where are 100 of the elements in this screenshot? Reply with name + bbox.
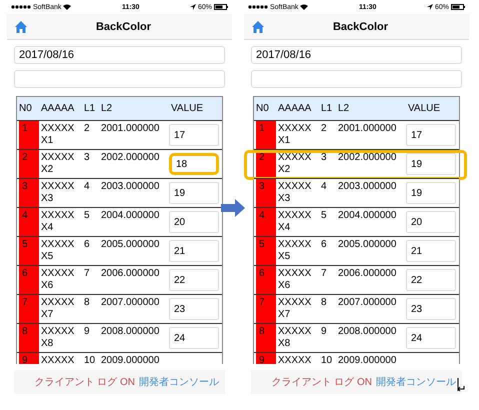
table-cell-text: XXXXX X4 [277, 209, 312, 235]
column-header: VALUE [408, 103, 442, 114]
column-header: AAAAA [41, 103, 76, 114]
table-cell-text: XXXXX X1 [277, 122, 312, 148]
window-title: BackColor [96, 20, 152, 32]
table-cell-text: 5 [83, 209, 91, 223]
table-cell-text: XXXXX X3 [40, 180, 76, 206]
value-field[interactable]: 19 [406, 182, 456, 204]
table-cell-text: 2 [320, 122, 328, 136]
table-cell-text: XXXXX X6 [40, 267, 76, 293]
row-number-cell: 2 [19, 150, 39, 178]
input-field[interactable] [251, 70, 462, 88]
log-status: クライアント ログ ON [271, 376, 372, 389]
column-header: N0 [19, 103, 33, 114]
table-cell-text: XXXXX X2 [40, 151, 76, 177]
table-cell-text: 6 [320, 238, 328, 252]
table-cell-text: 2001.000000 [100, 122, 160, 136]
value-field[interactable]: 23 [169, 298, 219, 320]
value-field[interactable]: 24 [406, 327, 456, 349]
battery-icon [451, 4, 465, 10]
value-field[interactable]: 22 [406, 269, 456, 291]
table-cell-text: XXXXX X2 [277, 151, 312, 177]
table-cell-text: 4 [83, 180, 91, 194]
table-cell-text: 2 [83, 122, 91, 136]
table-cell-text: XXXXX X7 [277, 296, 312, 322]
table-cell-text: XXXXX X5 [277, 238, 312, 264]
value-field[interactable]: 18 [169, 153, 219, 175]
table-cell-text: 2006.000000 [100, 267, 160, 281]
home-icon[interactable] [252, 20, 264, 32]
table-cell-text: 9 [320, 325, 328, 339]
row-number-cell: 8 [256, 324, 276, 352]
table-cell-text: 2007.000000 [100, 296, 160, 310]
home-icon[interactable] [15, 20, 27, 32]
table-cell-text: XXXXX X8 [40, 325, 76, 351]
row-number-cell: 6 [19, 266, 39, 294]
table-cell-text: 2008.000000 [100, 325, 160, 339]
row-number-cell: 1 [19, 121, 39, 149]
table-cell-text: 2003.000000 [100, 180, 160, 194]
column-header: L1 [321, 103, 334, 114]
wifi-icon [300, 4, 308, 10]
date-field[interactable]: 2017/08/16 [251, 46, 462, 64]
row-number-cell: 4 [256, 208, 276, 236]
table-cell-text: 2006.000000 [337, 267, 398, 281]
battery-icon [214, 4, 228, 10]
window-title: BackColor [332, 20, 388, 32]
value-field[interactable]: 17 [169, 124, 219, 146]
row-number-cell: 4 [19, 208, 39, 236]
table-cell-text: 10 [83, 354, 96, 364]
column-header: N0 [256, 103, 270, 114]
table-cell-text: 2004.000000 [337, 209, 398, 223]
table-cell-text: 2005.000000 [100, 238, 160, 252]
table-cell-text: 3 [320, 151, 328, 165]
log-status: クライアント ログ ON [34, 376, 135, 389]
table-cell-text: XXXXX X5 [40, 238, 76, 264]
value-field[interactable]: 21 [169, 240, 219, 262]
table-cell-text: 8 [320, 296, 328, 310]
row-number-cell: 5 [256, 237, 276, 265]
return-mark-icon [457, 378, 465, 392]
table-cell-text: XXXXX [277, 354, 312, 364]
wifi-icon [63, 4, 72, 10]
table-cell-text: 2009.000000 [100, 354, 160, 364]
value-field[interactable]: 24 [169, 327, 219, 349]
row-number-cell: 5 [19, 237, 39, 265]
value-field[interactable]: 19 [406, 153, 456, 175]
table-cell-text: XXXXX X3 [277, 180, 312, 206]
value-field[interactable]: 21 [406, 240, 456, 262]
table-cell-text: 6 [83, 238, 91, 252]
table-cell-text: 9 [83, 325, 91, 339]
table-cell-text: 4 [320, 180, 328, 194]
table-cell-text: XXXXX X6 [277, 267, 312, 293]
value-field[interactable]: 23 [406, 298, 456, 320]
input-field[interactable] [14, 70, 225, 88]
row-number-cell: 7 [256, 295, 276, 323]
date-field[interactable]: 2017/08/16 [14, 46, 225, 64]
value-field[interactable]: 19 [169, 182, 219, 204]
column-header: L2 [338, 103, 350, 114]
column-header: VALUE [171, 103, 204, 114]
column-header: L1 [84, 103, 96, 114]
table-cell-text: 2002.000000 [100, 151, 160, 165]
table-cell-text: 8 [83, 296, 91, 310]
table-cell-text: 5 [320, 209, 328, 223]
value-field[interactable]: 17 [406, 124, 456, 146]
table-cell-text: 2003.000000 [337, 180, 398, 194]
row-number-cell: 3 [19, 179, 39, 207]
value-field[interactable]: 22 [169, 269, 219, 291]
table-cell-text: XXXXX [40, 354, 76, 364]
table-cell-text: 2004.000000 [100, 209, 160, 223]
value-field[interactable]: 20 [406, 211, 456, 233]
row-number-cell: 9 [19, 353, 39, 364]
row-number-cell: 1 [256, 121, 276, 149]
value-field[interactable]: 20 [169, 211, 219, 233]
table-cell-text: XXXXX X7 [40, 296, 76, 322]
table-cell-text: XXXXX X1 [40, 122, 76, 148]
row-number-cell: 9 [256, 353, 276, 364]
table-cell-text: XXXXX X4 [40, 209, 76, 235]
table-cell-text: 2009.000000 [337, 354, 398, 364]
table-cell-text: 7 [320, 267, 328, 281]
row-number-cell: 3 [256, 179, 276, 207]
location-icon [190, 4, 196, 10]
signal-icon [248, 5, 268, 9]
